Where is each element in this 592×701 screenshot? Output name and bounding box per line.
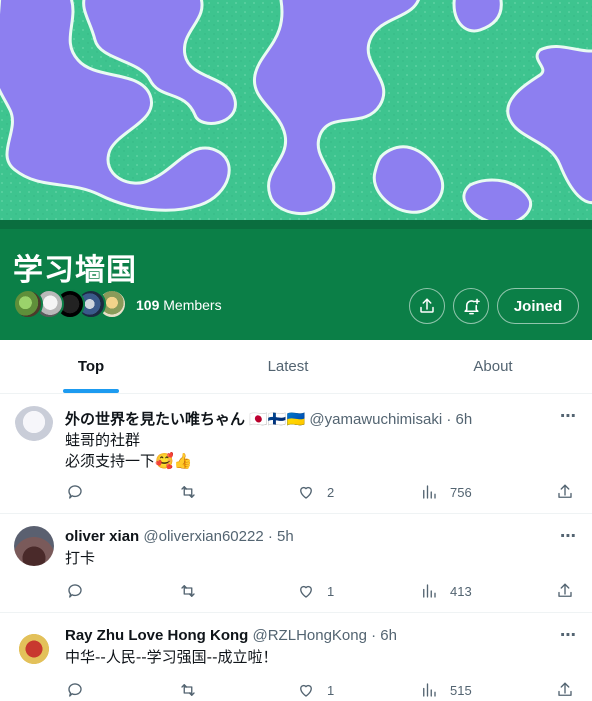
author-handle[interactable]: @RZLHongKong bbox=[253, 627, 367, 644]
reply-icon bbox=[68, 683, 82, 697]
like-count: 1 bbox=[327, 583, 335, 599]
reply-icon bbox=[68, 584, 82, 598]
post-actions: 2 756 bbox=[0, 482, 592, 502]
repost-button[interactable] bbox=[179, 482, 197, 502]
members-number: 109 bbox=[136, 297, 160, 313]
view-count: 413 bbox=[450, 583, 472, 599]
post-time[interactable]: · 6h bbox=[371, 627, 397, 644]
post-text: 蛙哥的社群 必须支持一下🥰👍 bbox=[65, 430, 192, 472]
heart-icon bbox=[300, 486, 312, 499]
share-community-button[interactable] bbox=[409, 288, 445, 324]
post-header: 外の世界を見たい唯ちゃん 🇯🇵🇫🇮🇺🇦 @yamawuchimisaki · 6… bbox=[65, 408, 472, 429]
post-text: 打卡 bbox=[65, 548, 95, 569]
views-button[interactable]: 413 bbox=[420, 581, 472, 601]
repost-button[interactable] bbox=[179, 680, 197, 700]
share-post-button[interactable] bbox=[556, 482, 574, 502]
heart-icon bbox=[300, 585, 312, 598]
share-post-button[interactable] bbox=[556, 581, 574, 601]
post-actions: 1 515 bbox=[0, 680, 592, 700]
reply-button[interactable] bbox=[66, 680, 84, 700]
views-button[interactable]: 515 bbox=[420, 680, 472, 700]
author-name[interactable]: oliver xian bbox=[65, 528, 139, 545]
reply-icon bbox=[68, 485, 82, 499]
post-text-line: 必须支持一下🥰👍 bbox=[65, 452, 193, 470]
like-count: 1 bbox=[327, 682, 335, 698]
notifications-button[interactable] bbox=[453, 288, 489, 324]
joined-button[interactable]: Joined bbox=[497, 288, 579, 324]
post-text-line: 中华--人民--学习强国--成立啦！ bbox=[65, 648, 278, 666]
reply-button[interactable] bbox=[66, 581, 84, 601]
post-actions: 1 413 bbox=[0, 581, 592, 601]
share-post-button[interactable] bbox=[556, 680, 574, 700]
bell-plus-icon bbox=[463, 298, 480, 314]
repost-icon bbox=[181, 684, 195, 696]
view-count: 515 bbox=[450, 682, 472, 698]
more-options-icon[interactable]: ⋯ bbox=[560, 526, 577, 546]
post-item[interactable]: Ray Zhu Love Hong Kong @RZLHongKong · 6h… bbox=[0, 613, 592, 701]
community-tabs: Top Latest About bbox=[0, 340, 592, 394]
post-header: oliver xian @oliverxian60222 · 5h bbox=[65, 528, 294, 545]
author-handle[interactable]: @oliverxian60222 bbox=[143, 528, 263, 545]
like-button[interactable]: 2 bbox=[297, 482, 334, 502]
author-handle[interactable]: @yamawuchimisaki bbox=[309, 411, 442, 428]
community-title: 学习墙国 bbox=[13, 253, 137, 288]
header-strip bbox=[0, 220, 592, 229]
post-time[interactable]: · 5h bbox=[268, 528, 294, 545]
post-text-line: 蛙哥的社群 bbox=[65, 431, 141, 449]
author-name[interactable]: Ray Zhu Love Hong Kong bbox=[65, 627, 248, 644]
repost-button[interactable] bbox=[179, 581, 197, 601]
members-label: Members bbox=[163, 297, 222, 313]
community-banner bbox=[0, 0, 592, 220]
post-item[interactable]: oliver xian @oliverxian60222 · 5h ⋯ 打卡 1… bbox=[0, 514, 592, 613]
view-count: 756 bbox=[450, 484, 472, 500]
more-options-icon[interactable]: ⋯ bbox=[560, 406, 577, 426]
author-flags: 🇯🇵🇫🇮🇺🇦 bbox=[249, 411, 306, 428]
like-count: 2 bbox=[327, 484, 335, 500]
share-icon bbox=[558, 682, 572, 696]
tab-latest[interactable]: Latest bbox=[182, 340, 394, 393]
share-icon bbox=[558, 484, 572, 498]
member-avatar-1 bbox=[13, 289, 43, 319]
heart-icon bbox=[300, 684, 312, 697]
post-item[interactable]: 外の世界を見たい唯ちゃん 🇯🇵🇫🇮🇺🇦 @yamawuchimisaki · 6… bbox=[0, 394, 592, 514]
community-header: 学习墙国 109 Members Joined bbox=[0, 220, 592, 340]
more-options-icon[interactable]: ⋯ bbox=[560, 625, 577, 645]
like-button[interactable]: 1 bbox=[297, 581, 334, 601]
post-text: 中华--人民--学习强国--成立啦！ bbox=[65, 647, 277, 668]
views-icon bbox=[423, 485, 436, 499]
like-button[interactable]: 1 bbox=[297, 680, 334, 700]
avatar[interactable] bbox=[14, 627, 54, 667]
repost-icon bbox=[181, 486, 195, 498]
avatar[interactable] bbox=[14, 526, 54, 566]
views-icon bbox=[423, 683, 436, 697]
views-button[interactable]: 756 bbox=[420, 482, 472, 502]
post-header: Ray Zhu Love Hong Kong @RZLHongKong · 6h bbox=[65, 627, 397, 644]
tab-top[interactable]: Top bbox=[0, 340, 182, 393]
avatar[interactable] bbox=[14, 406, 54, 446]
members-count[interactable]: 109 Members bbox=[136, 297, 222, 313]
active-tab-indicator bbox=[63, 389, 119, 393]
share-icon bbox=[558, 583, 572, 597]
reply-button[interactable] bbox=[66, 482, 84, 502]
post-time[interactable]: · 6h bbox=[446, 411, 472, 428]
author-name[interactable]: 外の世界を見たい唯ちゃん bbox=[65, 411, 245, 428]
post-text-line: 打卡 bbox=[65, 549, 96, 567]
views-icon bbox=[423, 584, 436, 598]
repost-icon bbox=[181, 585, 195, 597]
tab-about[interactable]: About bbox=[394, 340, 592, 393]
share-icon bbox=[420, 298, 434, 313]
